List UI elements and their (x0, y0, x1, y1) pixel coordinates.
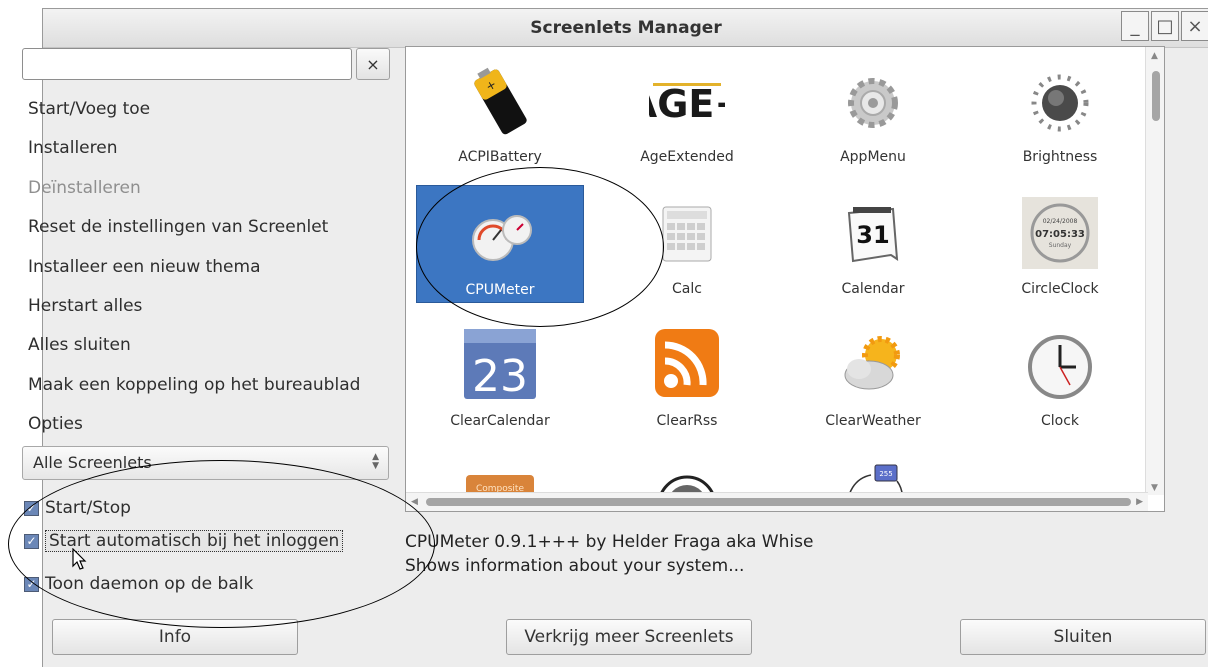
age-logo-icon: AGE+ (649, 82, 725, 126)
info-button[interactable]: Info (52, 619, 298, 655)
circle-clock-date: 02/24/2008 (1043, 218, 1078, 225)
screenlet-label: ClearCalendar (450, 413, 550, 429)
screenlet-brightness[interactable]: Brightness (976, 53, 1144, 171)
circle-clock-time: 07:05:33 (1035, 229, 1085, 240)
menu-item-uninstall[interactable]: Deïnstalleren (28, 174, 360, 213)
screenlet-clearrss[interactable]: ClearRss (603, 317, 771, 435)
get-more-screenlets-button[interactable]: Verkrijg meer Screenlets (506, 619, 752, 655)
window-title: Screenlets Manager (530, 18, 722, 38)
screenlet-cpumeter[interactable]: CPUMeter (416, 185, 584, 303)
screenlet-label: CircleClock (1021, 281, 1099, 297)
screenlet-clearcalendar[interactable]: 23 ClearCalendar (416, 317, 584, 435)
filter-select[interactable]: Alle Screenlets ▲ ▼ (22, 446, 389, 480)
checkbox-checked-icon: ✓ (24, 533, 39, 549)
menu-item-options[interactable]: Opties (28, 410, 360, 449)
screenlet-acpibattery[interactable]: + ACPIBattery (416, 53, 584, 171)
vertical-scroll-thumb[interactable] (1152, 71, 1160, 121)
show-daemon-checkbox[interactable]: ✓ Toon daemon op de balk (24, 570, 253, 598)
spinner-arrows-icon: ▲ ▼ (372, 452, 379, 471)
description-title: CPUMeter 0.9.1+++ by Helder Fraga aka Wh… (405, 532, 814, 552)
maximize-button[interactable]: □ (1151, 11, 1179, 41)
menu-item-install[interactable]: Installeren (28, 134, 360, 173)
menu-item-start[interactable]: Start/Voeg toe (28, 95, 360, 134)
circle-clock-weekday: Sunday (1049, 242, 1072, 249)
gear-icon (848, 78, 898, 128)
start-stop-label: Start/Stop (45, 498, 131, 518)
screenlet-calendar[interactable]: 31 Calendar (789, 185, 957, 303)
clear-search-button[interactable]: × (356, 48, 390, 80)
screenlet-label: ClearWeather (825, 413, 921, 429)
scroll-down-icon[interactable]: ▼ (1151, 483, 1158, 493)
mouse-cursor-icon (72, 548, 87, 570)
filter-select-value: Alle Screenlets (33, 453, 152, 472)
description-text: Shows information about your system... (405, 556, 745, 576)
menu-item-install-theme[interactable]: Installeer een nieuw thema (28, 253, 360, 292)
screenlet-clock[interactable]: Clock (976, 317, 1144, 435)
menu-item-restart-all[interactable]: Herstart alles (28, 292, 360, 331)
calendar-icon: 31 (847, 207, 899, 263)
screenlet-description: CPUMeter 0.9.1+++ by Helder Fraga aka Wh… (405, 530, 813, 578)
circle-clock-icon: 02/24/2008 07:05:33 Sunday (1022, 197, 1098, 269)
show-daemon-label: Toon daemon op de balk (45, 574, 254, 594)
screenlet-appmenu[interactable]: AppMenu (789, 53, 957, 171)
screenlet-label: Calc (672, 281, 702, 297)
screenlets-grid[interactable]: + ACPIBattery AGE+ AgeExtended AppMenu B… (405, 46, 1165, 512)
search-input[interactable] (22, 48, 352, 80)
sun-icon (1031, 74, 1089, 132)
screenlet-calc[interactable]: Calc (603, 185, 771, 303)
cycle-badge: 255 (879, 470, 892, 478)
screenlet-clearweather[interactable]: ClearWeather (789, 317, 957, 435)
screenlet-label: ACPIBattery (458, 149, 542, 165)
title-bar[interactable]: Screenlets Manager _ □ × (43, 9, 1208, 48)
menu-item-desktop-link[interactable]: Maak een koppeling op het bureaublad (28, 371, 360, 410)
start-stop-checkbox[interactable]: ✓ Start/Stop (24, 494, 131, 522)
autostart-label: Start automatisch bij het inloggen (45, 530, 344, 552)
checkbox-checked-icon: ✓ (24, 576, 39, 592)
calendar-day: 31 (856, 221, 889, 249)
calculator-icon (662, 206, 712, 262)
clear-calendar-day: 23 (472, 351, 528, 401)
horizontal-scroll-thumb[interactable] (426, 498, 1131, 506)
rss-icon (655, 329, 719, 397)
screenlet-label: Calendar (841, 281, 905, 297)
battery-icon: + (474, 67, 527, 135)
horizontal-scrollbar[interactable]: ◀ ▶ (406, 492, 1148, 511)
scroll-right-icon[interactable]: ▶ (1136, 497, 1143, 507)
vertical-scrollbar[interactable]: ▲ ▼ (1145, 47, 1164, 495)
screenlet-ageextended[interactable]: AGE+ AgeExtended (603, 53, 771, 171)
menu-item-reset[interactable]: Reset de instellingen van Screenlet (28, 213, 360, 252)
menu-item-close-all[interactable]: Alles sluiten (28, 331, 360, 370)
close-button[interactable]: × (1181, 11, 1208, 41)
checkbox-checked-icon: ✓ (24, 500, 39, 516)
screenlet-label: AppMenu (840, 149, 906, 165)
minimize-button[interactable]: _ (1121, 11, 1149, 41)
screenlet-label: CPUMeter (465, 282, 535, 298)
screenlet-label: AgeExtended (640, 149, 734, 165)
close-dialog-button[interactable]: Sluiten (960, 619, 1206, 655)
screenlet-label: ClearRss (656, 413, 718, 429)
screenlet-label: Clock (1040, 413, 1080, 429)
screenlet-label: Brightness (1022, 149, 1098, 165)
weather-icon (844, 336, 900, 390)
clear-calendar-icon: 23 (464, 329, 536, 401)
screenlet-circleclock[interactable]: 02/24/2008 07:05:33 Sunday CircleClock (976, 185, 1144, 303)
scroll-left-icon[interactable]: ◀ (411, 497, 418, 507)
gauge-icon (472, 215, 532, 261)
action-menu: Start/Voeg toe Installeren Deïnstalleren… (28, 95, 360, 450)
clock-icon (1028, 335, 1092, 399)
svg-text:AGE+: AGE+ (649, 82, 725, 126)
scroll-up-icon[interactable]: ▲ (1151, 51, 1158, 61)
